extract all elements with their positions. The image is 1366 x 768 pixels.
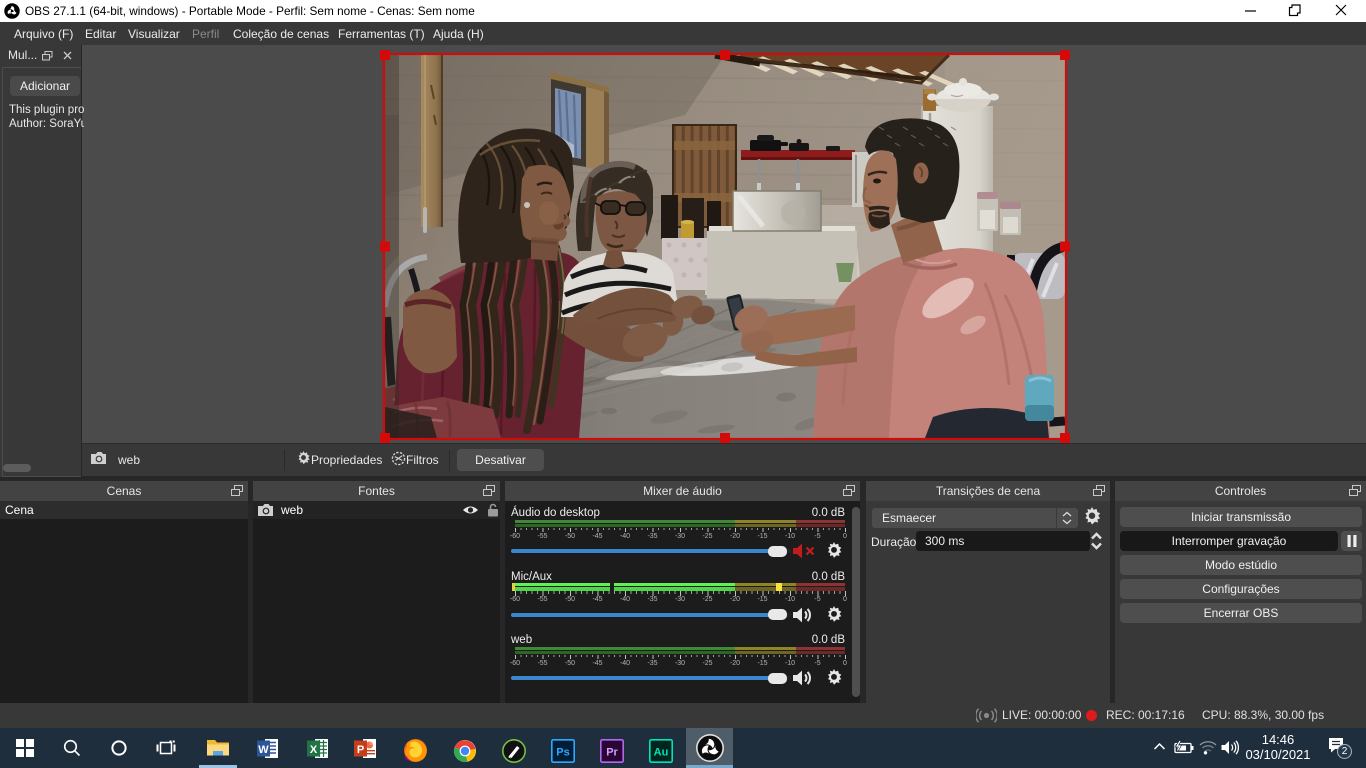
svg-text:X: X [310, 744, 318, 756]
svg-text:Pr: Pr [606, 747, 618, 759]
svg-text:P: P [357, 744, 364, 756]
svg-text:Ps: Ps [556, 747, 569, 759]
svg-text:W: W [258, 744, 269, 756]
svg-text:Au: Au [654, 747, 669, 759]
